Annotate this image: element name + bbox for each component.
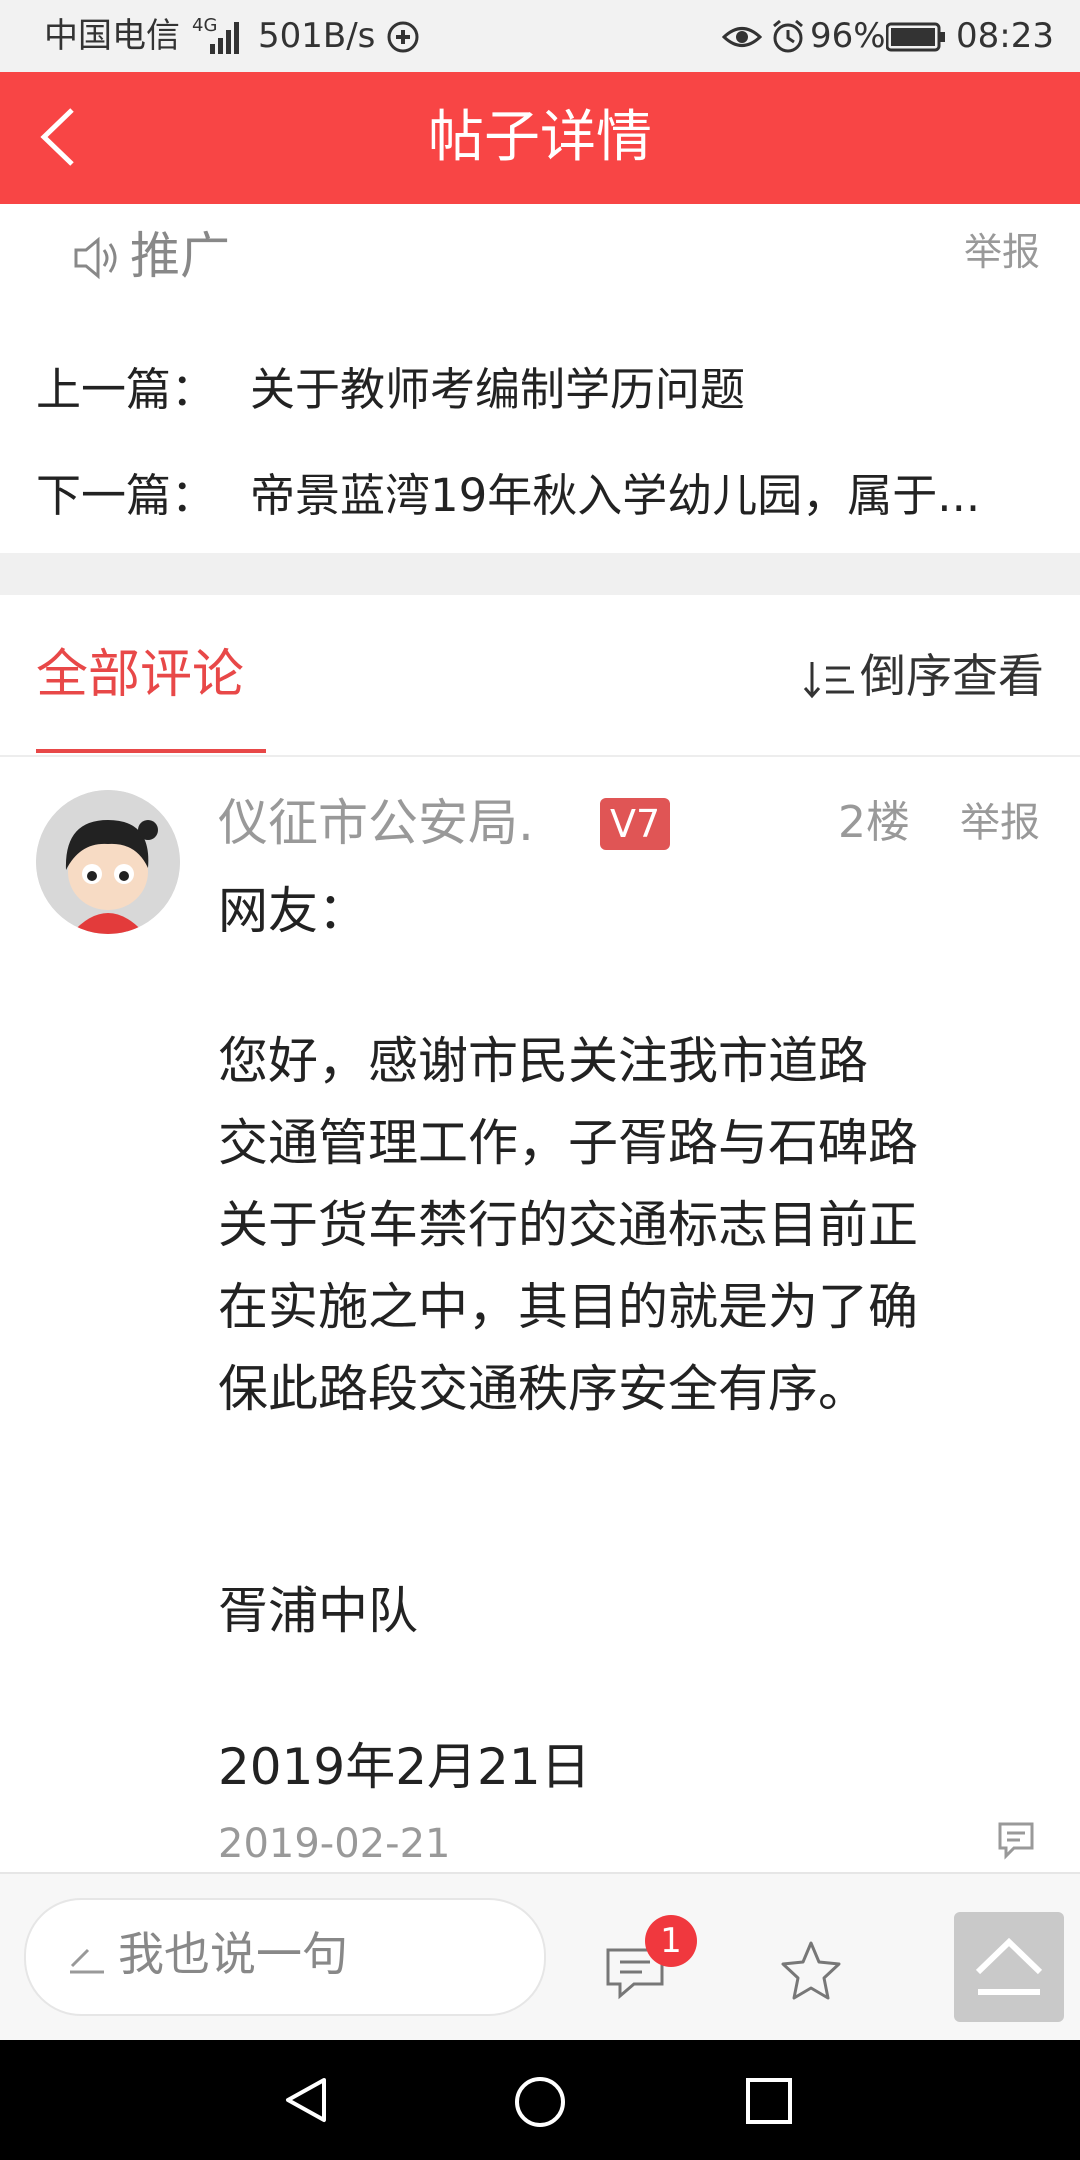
report-comment-link[interactable]: 举报 bbox=[960, 794, 1040, 852]
alarm-icon bbox=[773, 19, 803, 53]
comment-line: 2019年2月21日 bbox=[218, 1738, 591, 1796]
avatar-image bbox=[36, 790, 180, 934]
reply-icon[interactable] bbox=[996, 1820, 1036, 1860]
arrow-up-icon bbox=[975, 1937, 1043, 1995]
comment-line: 关于货车禁行的交通标志目前正 bbox=[218, 1196, 918, 1254]
comment-input-placeholder: 我也说一句 bbox=[118, 1927, 348, 1981]
comment-date: 2019-02-21 bbox=[218, 1821, 451, 1867]
vpn-icon bbox=[387, 21, 419, 53]
report-post-link[interactable]: 举报 bbox=[964, 226, 1040, 278]
sort-icon bbox=[803, 661, 854, 698]
level-badge: V7 bbox=[600, 798, 671, 850]
page-title: 帖子详情 bbox=[428, 105, 652, 170]
avatar[interactable] bbox=[36, 790, 180, 934]
tab-active-indicator bbox=[36, 749, 266, 753]
sort-reverse-button[interactable]: 倒序查看 bbox=[802, 646, 1044, 706]
battery-icon bbox=[886, 22, 945, 52]
comment-count-badge: 1 bbox=[645, 1915, 697, 1967]
floor-number: 2楼 bbox=[838, 797, 910, 848]
pen-icon bbox=[70, 1948, 104, 1974]
speaker-icon bbox=[74, 236, 117, 280]
nav-recents-icon[interactable] bbox=[744, 2076, 794, 2126]
next-post-link[interactable]: 下一篇： 帝景蓝湾19年秋入学幼儿园，属于... bbox=[36, 466, 1040, 526]
tab-all-comments[interactable]: 全部评论 bbox=[36, 640, 244, 710]
prev-post-link[interactable]: 上一篇： 关于教师考编制学历问题 bbox=[36, 360, 1040, 420]
section-divider bbox=[0, 553, 1080, 595]
network-speed: 501B/s bbox=[258, 16, 376, 56]
comment-line: 在实施之中，其目的就是为了确 bbox=[218, 1278, 918, 1336]
battery-percent: 96% bbox=[810, 16, 886, 56]
comment-line: 胥浦中队 bbox=[218, 1582, 418, 1640]
header-divider bbox=[0, 755, 1080, 757]
nav-back-icon[interactable] bbox=[280, 2074, 332, 2126]
system-nav-bar bbox=[0, 2040, 1080, 2160]
comment-line: 网友： bbox=[218, 882, 368, 940]
eye-comfort-icon bbox=[722, 27, 762, 47]
comment-line: 保此路段交通秩序安全有序。 bbox=[218, 1360, 868, 1418]
prev-post-label: 上一篇： bbox=[36, 363, 217, 416]
title-bar: 帖子详情 bbox=[0, 72, 1080, 204]
sort-label: 倒序查看 bbox=[860, 649, 1044, 703]
nav-home-icon[interactable] bbox=[512, 2074, 568, 2130]
status-bar: 中国电信 4G 501B/s 96% 08:23 bbox=[0, 0, 1080, 72]
carrier-label: 中国电信 bbox=[44, 16, 180, 56]
promo-label: 推广 bbox=[130, 227, 230, 285]
comment-line: 您好，感谢市民关注我市道路 bbox=[218, 1032, 868, 1090]
next-post-title: 帝景蓝湾19年秋入学幼儿园，属于... bbox=[250, 469, 981, 522]
favorite-star-icon[interactable] bbox=[778, 1938, 844, 2004]
signal-icon bbox=[210, 22, 239, 54]
comment-username[interactable]: 仪征市公安局. bbox=[218, 790, 534, 856]
clock: 08:23 bbox=[956, 16, 1054, 56]
prev-post-title: 关于教师考编制学历问题 bbox=[250, 363, 746, 416]
comment-line: 交通管理工作，子胥路与石碑路 bbox=[218, 1114, 918, 1172]
next-post-label: 下一篇： bbox=[36, 469, 217, 522]
back-to-top-button[interactable] bbox=[954, 1912, 1064, 2022]
